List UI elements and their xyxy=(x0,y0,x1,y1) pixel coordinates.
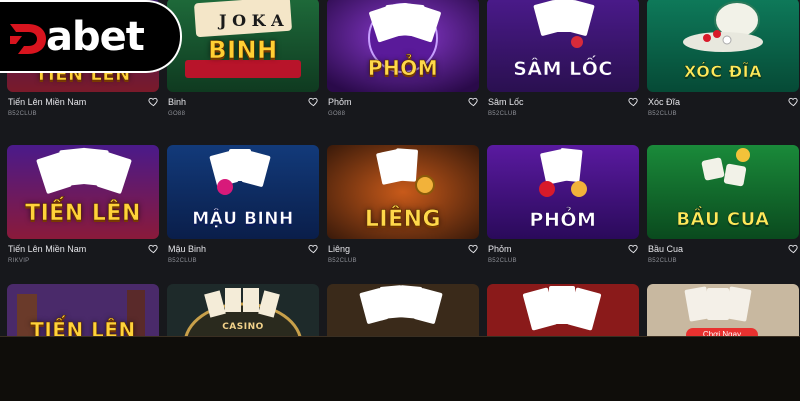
dabet-d-logo-icon xyxy=(10,24,46,54)
game-provider: B52CLUB xyxy=(328,258,357,264)
svg-text:J O K A: J O K A xyxy=(217,11,284,30)
game-provider: B52CLUB xyxy=(648,258,677,264)
game-title-art: MẬU BINH xyxy=(192,209,294,230)
heart-icon[interactable] xyxy=(628,243,639,254)
game-title-art: PHỎM xyxy=(367,56,439,81)
game-title-art: BINH xyxy=(208,36,278,65)
game-meta: Sâm Lốc B52CLUB xyxy=(487,95,639,125)
game-provider: B52CLUB xyxy=(488,258,517,264)
game-thumbnail[interactable]: TIẾN LÊN xyxy=(7,145,159,239)
game-title-art: LIÊNG xyxy=(364,207,442,233)
game-name: Tiến Lên Miền Nam xyxy=(8,97,87,107)
game-title-art: PHỎM xyxy=(529,209,597,232)
game-provider: GO88 xyxy=(328,111,346,117)
game-name: Tiến Lên Miền Nam xyxy=(8,244,87,254)
game-meta: Liêng B52CLUB xyxy=(327,242,479,272)
game-provider: RIKVIP xyxy=(8,258,30,264)
heart-icon[interactable] xyxy=(308,96,319,107)
game-thumbnail[interactable]: PHỎM xyxy=(487,145,639,239)
game-name: Phỏm xyxy=(488,244,512,254)
game-provider: GO88 xyxy=(168,111,186,117)
game-title-art: XÓC ĐĨA xyxy=(684,62,762,82)
game-meta: Xóc Đĩa B52CLUB xyxy=(647,95,799,125)
game-thumbnail[interactable]: SÂM LỐC xyxy=(487,0,639,92)
game-provider: B52CLUB xyxy=(8,111,37,117)
game-name: Mậu Binh xyxy=(168,244,207,254)
game-thumbnail[interactable]: BẦU CUA xyxy=(647,145,799,239)
game-title-art: BẦU CUA xyxy=(676,209,770,231)
game-meta: Phỏm GO88 xyxy=(327,95,479,125)
game-title-art: CASINO xyxy=(222,322,264,332)
game-meta: Mậu Binh B52CLUB xyxy=(167,242,319,272)
heart-icon[interactable] xyxy=(788,243,799,254)
game-thumbnail[interactable]: XÓC ĐĨA xyxy=(647,0,799,92)
game-name: Sâm Lốc xyxy=(488,97,524,107)
game-name: Bầu Cua xyxy=(648,244,684,254)
game-meta: Tiến Lên Miền Nam RIKVIP xyxy=(7,242,159,272)
game-thumbnail[interactable]: PHỎM xyxy=(327,0,479,92)
game-name: Phỏm xyxy=(328,97,352,107)
game-meta: Tiến Lên Miền Nam B52CLUB xyxy=(7,95,159,125)
game-name: Binh xyxy=(168,97,187,107)
game-title-art: SÂM LỐC xyxy=(513,58,613,81)
game-title-art: TIẾN LÊN xyxy=(25,201,141,227)
dabet-logo[interactable]: abet xyxy=(0,0,182,73)
game-thumbnail[interactable]: MẬU BINH xyxy=(167,145,319,239)
heart-icon[interactable] xyxy=(148,96,159,107)
game-name: Xóc Đĩa xyxy=(648,97,681,107)
heart-icon[interactable] xyxy=(468,243,479,254)
bottom-overlay-bar xyxy=(0,336,800,401)
game-meta: Bầu Cua B52CLUB xyxy=(647,242,799,272)
game-provider: B52CLUB xyxy=(648,111,677,117)
heart-icon[interactable] xyxy=(468,96,479,107)
game-meta: Binh GO88 xyxy=(167,95,319,125)
game-thumbnail[interactable]: J O K A BINH xyxy=(167,0,319,92)
heart-icon[interactable] xyxy=(628,96,639,107)
game-provider: B52CLUB xyxy=(168,258,197,264)
brand-wordmark: abet xyxy=(46,14,145,60)
game-provider: B52CLUB xyxy=(488,111,517,117)
heart-icon[interactable] xyxy=(148,243,159,254)
heart-icon[interactable] xyxy=(308,243,319,254)
game-thumbnail[interactable]: LIÊNG xyxy=(327,145,479,239)
heart-icon[interactable] xyxy=(788,96,799,107)
game-meta: Phỏm B52CLUB xyxy=(487,242,639,272)
game-name: Liêng xyxy=(328,244,351,254)
